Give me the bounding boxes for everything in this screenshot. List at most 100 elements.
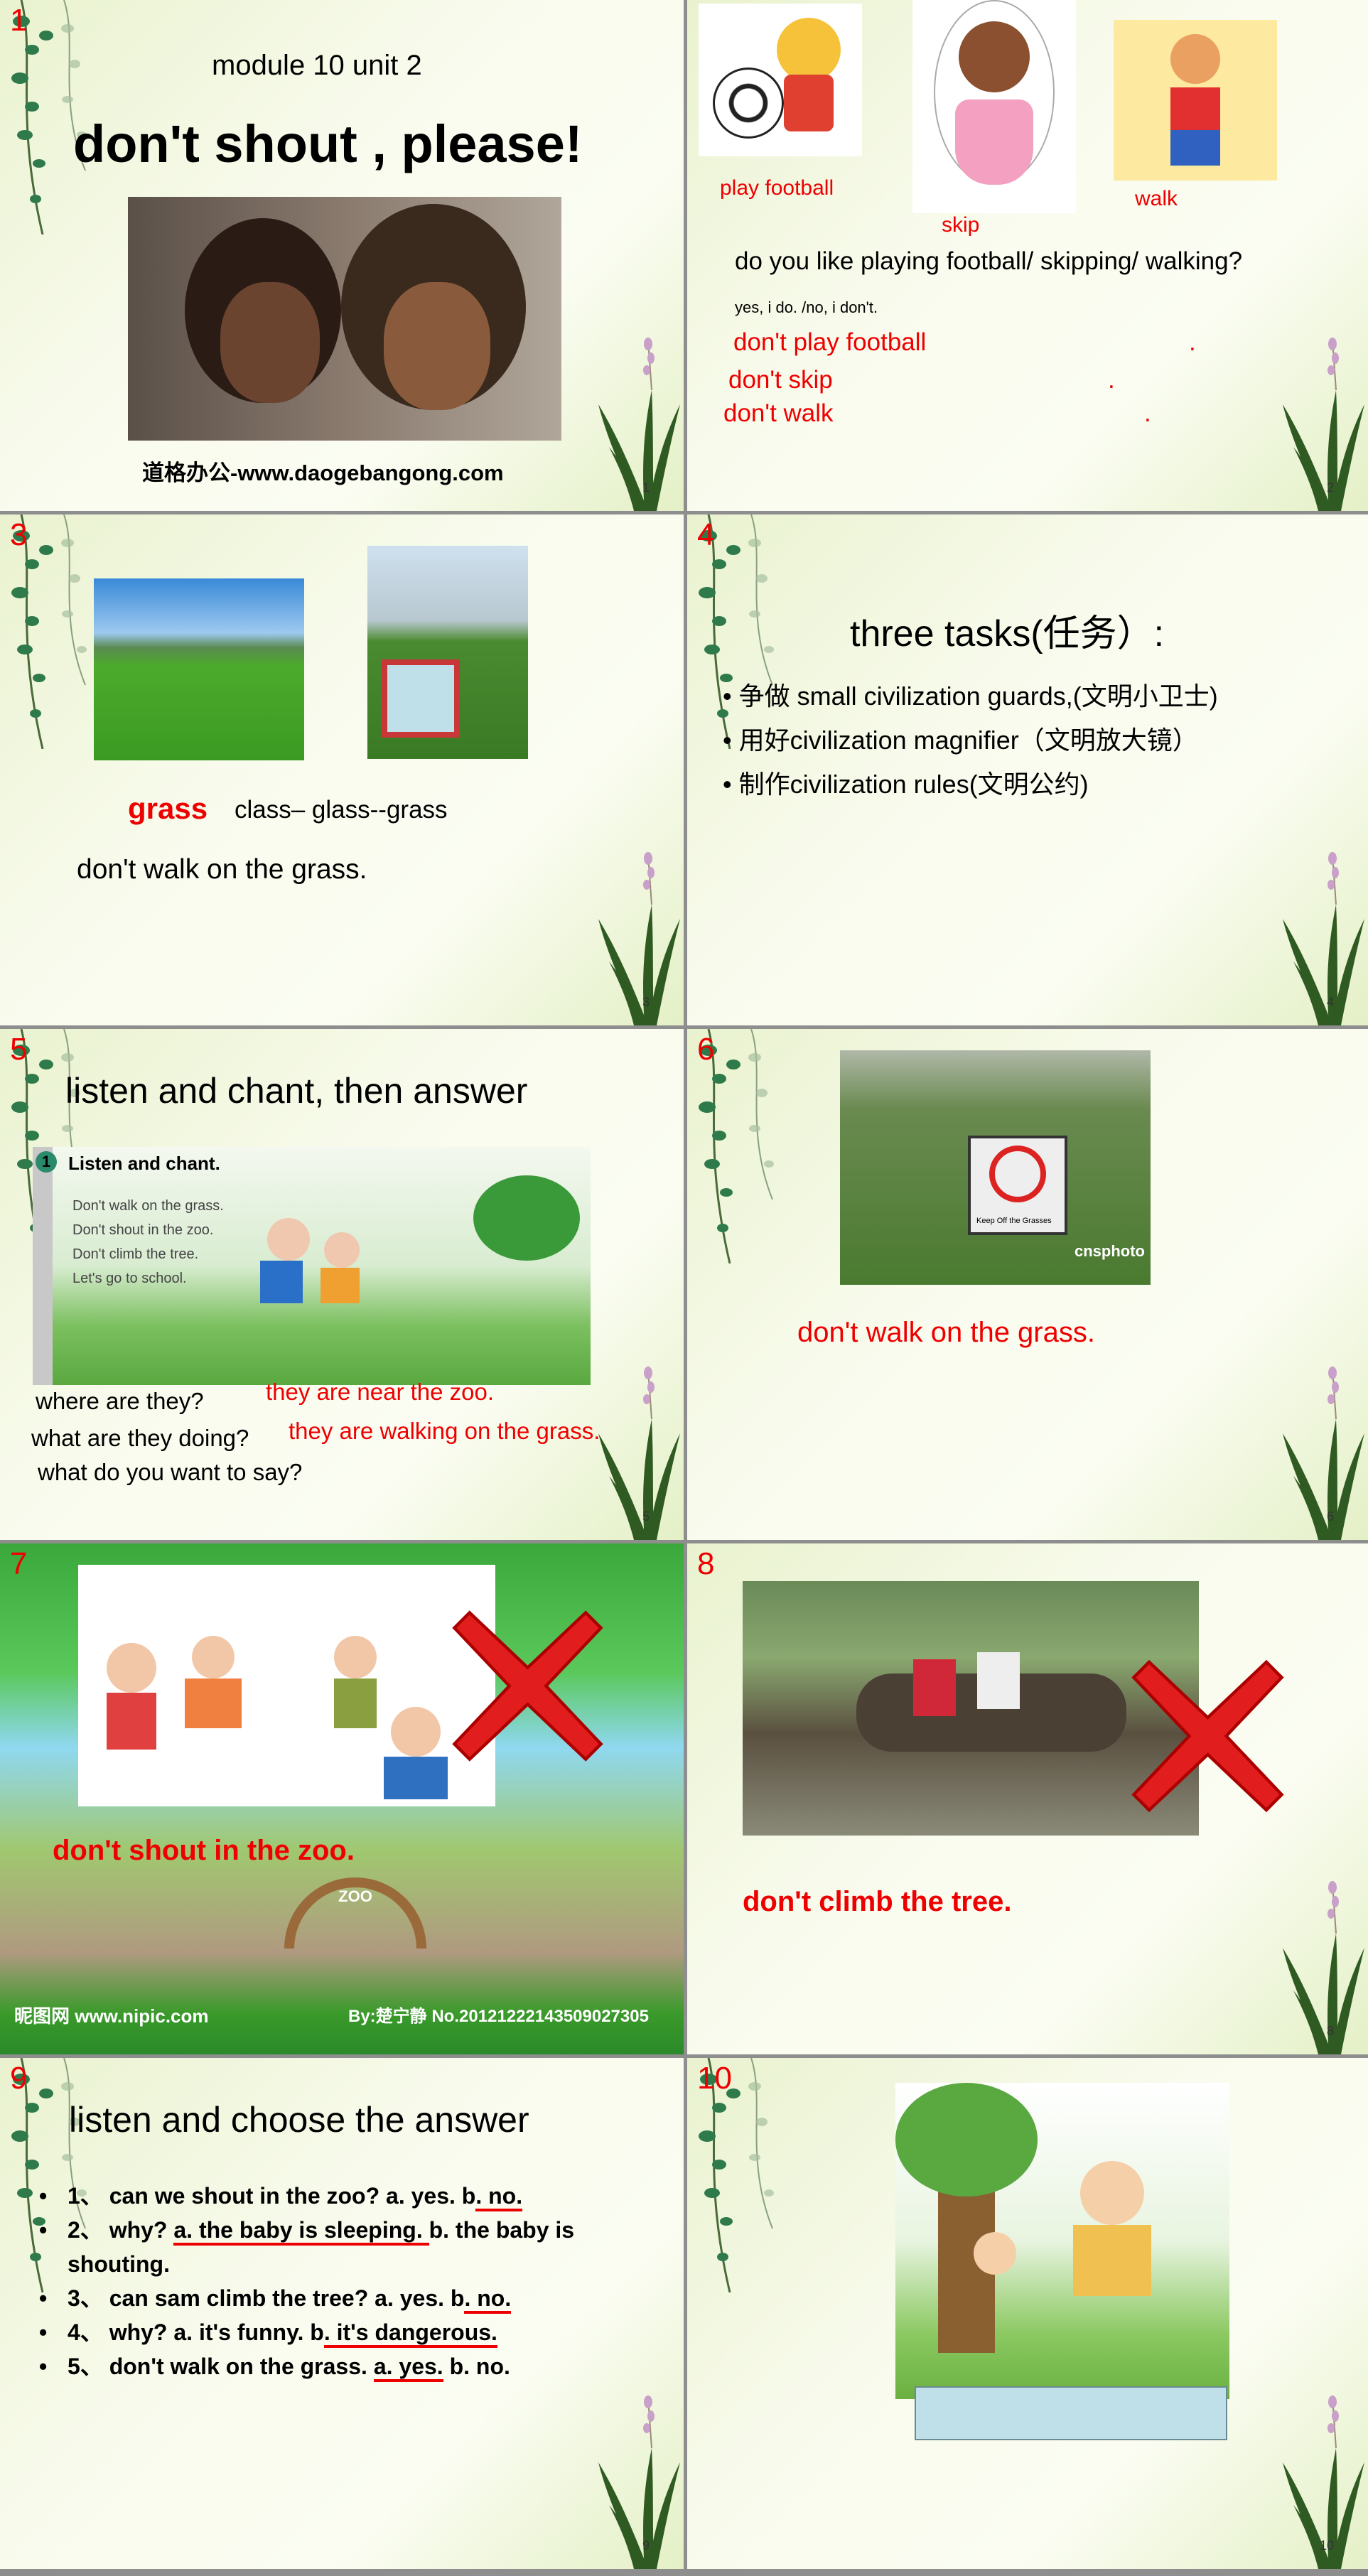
slide-5[interactable]: 5 listen and chant, then answer 1 Listen… bbox=[0, 1029, 684, 1540]
answer: yes, i do. /no, i don't. bbox=[735, 298, 878, 316]
word-chain: class– glass--grass bbox=[235, 796, 448, 824]
plant-decoration-icon bbox=[591, 841, 684, 1025]
park-photo bbox=[367, 546, 528, 759]
correct-answer: a. the baby is sleeping. bbox=[173, 2217, 429, 2246]
watermark-left: 昵图网 www.nipic.com bbox=[14, 2005, 209, 2027]
chant-line: Don't climb the tree. bbox=[72, 1246, 199, 1262]
slide-3[interactable]: 3 grass class– glass--grass don't walk o… bbox=[0, 514, 684, 1025]
question-text: 5、 don't walk on the grass. bbox=[68, 2354, 374, 2379]
wrong-x-icon bbox=[451, 1609, 604, 1763]
keep-off-grass-photo: Keep Off the Grasses cnsphoto bbox=[840, 1050, 1151, 1285]
zoo-gate-text: ZOO bbox=[338, 1887, 372, 1905]
list-item: 争做 small civilization guards,(文明小卫士) bbox=[723, 674, 1218, 718]
slide-number: 3 bbox=[10, 517, 28, 552]
slide-number: 1 bbox=[10, 3, 28, 38]
correct-answer: a. yes. bbox=[373, 2354, 443, 2382]
chant-line: Don't shout in the zoo. bbox=[72, 1222, 214, 1238]
slide-number: 10 bbox=[697, 2061, 732, 2096]
answer: they are near the zoo. bbox=[266, 1379, 495, 1405]
list-item: 3、 can sam climb the tree? a. yes. b. no… bbox=[39, 2281, 636, 2315]
page-number: 2 bbox=[1326, 480, 1334, 495]
site-caption: 道格办公-www.daogebangong.com bbox=[142, 460, 504, 485]
list-item: 用好civilization magnifier（文明放大镜） bbox=[723, 718, 1218, 762]
question-text: 3、 can sam climb the tree? a. yes. b bbox=[68, 2285, 465, 2311]
slide-9[interactable]: 9 listen and choose the answer 1、 can we… bbox=[0, 2058, 684, 2569]
plant-decoration-icon bbox=[1276, 841, 1368, 1025]
correct-answer: . it's dangerous. bbox=[323, 2319, 497, 2348]
slide-2[interactable]: 2 play football skip walk do you like pl… bbox=[687, 0, 1368, 511]
plant-decoration-icon bbox=[1276, 1870, 1368, 2054]
label-skip: skip bbox=[942, 213, 980, 237]
plant-decoration-icon bbox=[591, 2384, 684, 2569]
line-skip: don't skip bbox=[728, 366, 833, 394]
wrong-x-icon bbox=[1131, 1657, 1285, 1815]
list-item: 4、 why? a. it's funny. b. it's dangerous… bbox=[39, 2315, 636, 2349]
textbook-chant-picture: 1 Listen and chant. Don't walk on the gr… bbox=[33, 1147, 591, 1385]
shouting-cartoon-picture bbox=[78, 1565, 495, 1806]
list-item: 5、 don't walk on the grass. a. yes. b. n… bbox=[39, 2349, 636, 2383]
slide-number: 8 bbox=[697, 1546, 715, 1581]
question-text: 1、 can we shout in the zoo? a. yes. b bbox=[68, 2183, 476, 2209]
slide-8[interactable]: 8 don't climb the tree. 8 bbox=[687, 1543, 1368, 2054]
page-number: 3 bbox=[642, 995, 650, 1009]
chant-line: Let's go to school. bbox=[72, 1271, 187, 1286]
sentence: don't shout in the zoo. bbox=[53, 1835, 355, 1866]
page-number: 4 bbox=[1326, 995, 1334, 1009]
question-text: 4、 why? a. it's funny. b bbox=[68, 2319, 324, 2345]
sign-text: Keep Off the Grasses bbox=[976, 1217, 1052, 1225]
slide-number: 4 bbox=[697, 517, 715, 552]
slide-title: listen and chant, then answer bbox=[65, 1071, 528, 1111]
slide-1[interactable]: 1 module 10 unit 2 don't shout , please!… bbox=[0, 0, 684, 511]
page-number: 9 bbox=[642, 2538, 650, 2553]
slide-number: 9 bbox=[10, 2061, 28, 2096]
slide-7[interactable]: 7 don't shout in the zoo. ZOO 昵图网 www.ni… bbox=[0, 1543, 684, 2054]
line-dot: . bbox=[1144, 399, 1151, 427]
plant-decoration-icon bbox=[1276, 326, 1368, 511]
page-number: 10 bbox=[1319, 2538, 1334, 2553]
sentence: don't walk on the grass. bbox=[797, 1317, 1095, 1348]
label-walk: walk bbox=[1135, 187, 1178, 210]
slide-10[interactable]: 10 10 bbox=[687, 2058, 1368, 2569]
line-football: don't play football bbox=[733, 328, 927, 356]
slide-6[interactable]: 6 Keep Off the Grasses cnsphoto don't wa… bbox=[687, 1029, 1368, 1540]
slide-number: 5 bbox=[10, 1032, 28, 1067]
quiz-list: 1、 can we shout in the zoo? a. yes. b . n… bbox=[39, 2179, 636, 2383]
photo-watermark: cnsphoto bbox=[1075, 1242, 1145, 1260]
question: where are they? bbox=[36, 1388, 204, 1414]
skip-picture bbox=[912, 0, 1076, 213]
word-grass: grass bbox=[128, 792, 208, 825]
play-football-picture bbox=[699, 4, 862, 156]
watermark-right: By:楚宁静 No.20121222143509027305 bbox=[348, 2007, 649, 2026]
sentence: don't walk on the grass. bbox=[77, 854, 367, 885]
line-dot: . bbox=[1108, 366, 1115, 394]
boy-and-baby-picture bbox=[895, 2083, 1229, 2399]
list-item: 制作civilization rules(文明公约) bbox=[723, 762, 1218, 807]
answer: they are walking on the grass. bbox=[289, 1418, 600, 1444]
walk-picture bbox=[1114, 20, 1277, 180]
shouting-children-photo bbox=[128, 197, 561, 441]
page-number: 8 bbox=[1326, 2024, 1334, 2038]
zoo-gate: ZOO bbox=[284, 1877, 426, 1949]
line-walk: don't walk bbox=[723, 399, 834, 427]
answer-box[interactable] bbox=[915, 2386, 1227, 2440]
slide-4[interactable]: 4 three tasks(任务）: 争做 small civilization… bbox=[687, 514, 1368, 1025]
sentence: don't climb the tree. bbox=[743, 1886, 1012, 1917]
page-number: 5 bbox=[642, 1509, 650, 1524]
slide-number: 7 bbox=[10, 1546, 28, 1581]
question: what are they doing? bbox=[31, 1425, 249, 1451]
question-text: b. no. bbox=[443, 2354, 510, 2379]
book-number-badge: 1 bbox=[36, 1151, 57, 1173]
question: what do you want to say? bbox=[38, 1459, 303, 1485]
chant-line: Don't walk on the grass. bbox=[72, 1198, 224, 1214]
slide-title: listen and choose the answer bbox=[69, 2100, 529, 2140]
list-item: 2、 why? a. the baby is sleeping. b. the … bbox=[39, 2213, 636, 2281]
no-walking-sign-icon bbox=[989, 1146, 1046, 1202]
slide-subtitle: module 10 unit 2 bbox=[212, 50, 422, 81]
grass-field-photo bbox=[94, 578, 304, 760]
page-number: 6 bbox=[1326, 1509, 1334, 1524]
label-play-football: play football bbox=[720, 176, 834, 200]
task-list: 争做 small civilization guards,(文明小卫士) 用好c… bbox=[723, 674, 1218, 807]
page-number: 1 bbox=[642, 480, 650, 495]
correct-answer: . no. bbox=[464, 2285, 512, 2314]
book-heading: Listen and chant. bbox=[68, 1153, 220, 1174]
